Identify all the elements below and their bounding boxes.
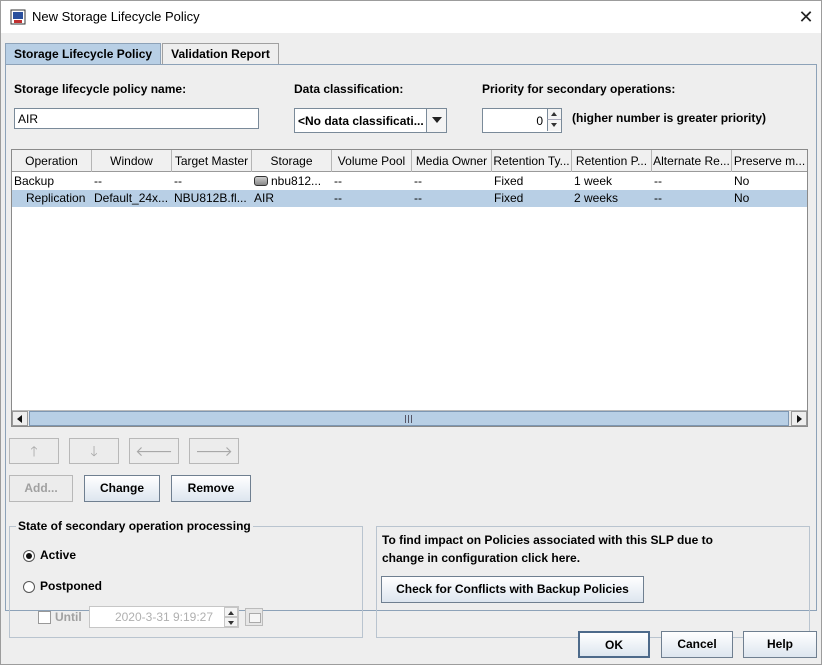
cell-retention-period: 1 week: [574, 174, 613, 188]
arrow-down-icon: 🡓: [90, 443, 98, 459]
tab-label: Validation Report: [171, 47, 270, 61]
column-header-operation[interactable]: Operation: [12, 150, 92, 172]
arrow-right-icon: 🡒: [195, 443, 233, 459]
priority-value: 0: [536, 114, 543, 128]
cell-retention-type: Fixed: [494, 191, 524, 205]
arrow-left-icon: 🡐: [135, 443, 173, 459]
operations-table[interactable]: Operation Window Target Master Storage V…: [11, 149, 808, 427]
scroll-right-icon[interactable]: [791, 411, 807, 426]
horizontal-scrollbar[interactable]: [12, 410, 807, 426]
until-checkbox[interactable]: [38, 611, 51, 624]
arrow-up-icon: 🡑: [30, 443, 38, 459]
cell-target-master: --: [174, 174, 182, 188]
cell-operation: Replication: [26, 191, 86, 205]
spinner-down-icon[interactable]: [547, 120, 561, 131]
policy-name-label: Storage lifecycle policy name:: [14, 82, 187, 96]
state-group-title: State of secondary operation processing: [16, 519, 253, 533]
cell-preserve: No: [734, 191, 750, 205]
dialog-body: Storage Lifecycle Policy Validation Repo…: [1, 33, 821, 664]
until-label: Until: [55, 610, 82, 624]
active-radio-label[interactable]: Active: [40, 548, 76, 562]
grip-icon: [405, 415, 412, 423]
priority-spinner[interactable]: 0: [482, 108, 562, 133]
close-icon[interactable]: ✕: [795, 6, 817, 28]
disk-storage-icon: [254, 176, 268, 186]
column-header-volume-pool[interactable]: Volume Pool: [332, 150, 412, 172]
cell-storage: AIR: [254, 191, 275, 205]
cell-retention-period: 2 weeks: [574, 191, 619, 205]
help-button[interactable]: Help: [743, 631, 817, 658]
table-row[interactable]: Replication Default_24x... NBU812B.fl...…: [12, 190, 807, 207]
cell-preserve: No: [734, 174, 750, 188]
column-header-retention-period[interactable]: Retention P...: [572, 150, 652, 172]
conflicts-info-line2: change in configuration click here.: [382, 551, 581, 565]
scroll-left-icon[interactable]: [12, 411, 28, 426]
column-header-window[interactable]: Window: [92, 150, 172, 172]
cell-volume-pool: --: [334, 191, 342, 205]
move-right-button[interactable]: 🡒: [189, 438, 239, 464]
add-button[interactable]: Add...: [9, 475, 73, 502]
spinner-up-icon[interactable]: [547, 109, 561, 120]
change-button[interactable]: Change: [84, 475, 160, 502]
tab-label: Storage Lifecycle Policy: [14, 47, 153, 61]
column-header-alternate-read[interactable]: Alternate Re...: [652, 150, 732, 172]
data-classification-select[interactable]: <No data classificati...: [294, 108, 447, 133]
priority-label: Priority for secondary operations:: [482, 82, 676, 96]
calendar-icon[interactable]: [245, 608, 263, 626]
check-conflicts-button[interactable]: Check for Conflicts with Backup Policies: [381, 576, 644, 603]
title-bar: New Storage Lifecycle Policy ✕: [1, 1, 821, 33]
cell-window: --: [94, 174, 102, 188]
cell-target-master: NBU812B.fl...: [174, 191, 247, 205]
data-classification-value: <No data classificati...: [298, 114, 424, 128]
chevron-down-icon[interactable]: [426, 109, 446, 132]
tab-storage-lifecycle-policy[interactable]: Storage Lifecycle Policy: [5, 43, 161, 64]
cell-volume-pool: --: [334, 174, 342, 188]
cell-alternate-read: --: [654, 191, 662, 205]
column-header-target-master[interactable]: Target Master: [172, 150, 252, 172]
until-datetime-field[interactable]: 2020-3-31 9:19:27: [89, 606, 239, 628]
date-spinner-down-icon[interactable]: [224, 617, 238, 627]
postponed-radio-label[interactable]: Postponed: [40, 579, 102, 593]
tab-validation-report[interactable]: Validation Report: [162, 43, 279, 64]
cell-alternate-read: --: [654, 174, 662, 188]
cell-operation: Backup: [14, 174, 55, 188]
cancel-button[interactable]: Cancel: [661, 631, 733, 658]
column-header-storage[interactable]: Storage: [252, 150, 332, 172]
window-title: New Storage Lifecycle Policy: [32, 9, 200, 24]
column-header-media-owner[interactable]: Media Owner: [412, 150, 492, 172]
policy-panel: Storage lifecycle policy name: Data clas…: [5, 64, 817, 638]
cell-storage-text: nbu812...: [271, 174, 322, 188]
data-classification-label: Data classification:: [294, 82, 404, 96]
table-row[interactable]: Backup -- -- nbu812... -- -- Fixed 1 wee…: [12, 173, 807, 190]
conflicts-info-line1: To find impact on Policies associated wi…: [382, 533, 713, 547]
postponed-radio[interactable]: [23, 581, 35, 593]
date-spinner-up-icon[interactable]: [224, 607, 238, 617]
move-left-button[interactable]: 🡐: [129, 438, 179, 464]
scrollbar-thumb[interactable]: [29, 411, 789, 426]
move-up-button[interactable]: 🡑: [9, 438, 59, 464]
policy-name-input[interactable]: [14, 108, 259, 129]
cell-media-owner: --: [414, 174, 422, 188]
ok-button[interactable]: OK: [578, 631, 650, 658]
app-icon: [10, 9, 26, 25]
remove-button[interactable]: Remove: [171, 475, 251, 502]
cell-media-owner: --: [414, 191, 422, 205]
dialog-window: New Storage Lifecycle Policy ✕ Storage L…: [0, 0, 822, 665]
table-header: Operation Window Target Master Storage V…: [12, 150, 807, 172]
column-header-retention-type[interactable]: Retention Ty...: [492, 150, 572, 172]
active-radio[interactable]: [23, 550, 35, 562]
column-header-preserve[interactable]: Preserve m...: [732, 150, 807, 172]
priority-hint: (higher number is greater priority): [572, 111, 767, 125]
cell-window: Default_24x...: [94, 191, 169, 205]
cell-retention-type: Fixed: [494, 174, 524, 188]
move-down-button[interactable]: 🡓: [69, 438, 119, 464]
cell-storage: nbu812...: [252, 173, 332, 190]
